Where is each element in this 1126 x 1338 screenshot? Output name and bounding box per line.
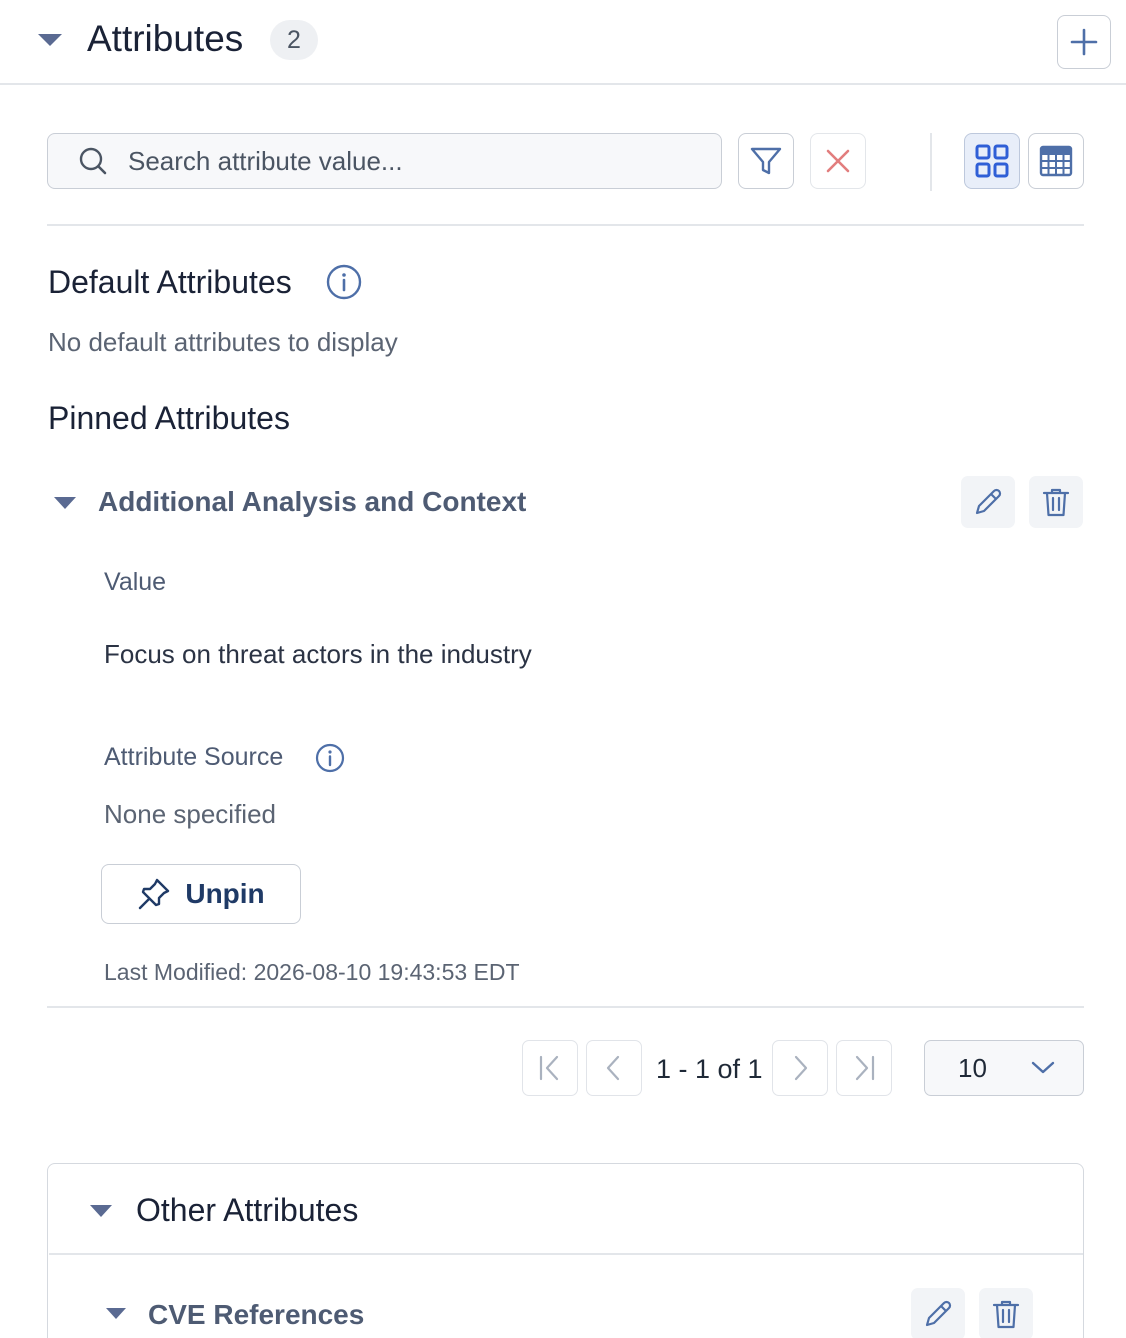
attribute-group-title[interactable]: Additional Analysis and Context xyxy=(98,484,526,520)
pinned-attributes-heading: Pinned Attributes xyxy=(48,400,290,436)
group-collapse-chevron-icon[interactable] xyxy=(52,494,78,512)
table-view-icon xyxy=(1038,143,1074,179)
card-divider xyxy=(49,1253,1083,1255)
previous-page-button[interactable] xyxy=(586,1040,642,1096)
search-input[interactable] xyxy=(128,145,668,177)
chevron-left-icon xyxy=(600,1054,628,1082)
first-page-icon xyxy=(536,1054,564,1082)
pencil-icon xyxy=(972,486,1004,518)
attribute-value: Focus on threat actors in the industry xyxy=(104,639,532,669)
group-divider xyxy=(47,1006,1084,1008)
edit-attribute-button[interactable] xyxy=(961,476,1015,528)
trash-icon xyxy=(991,1298,1021,1330)
search-field[interactable] xyxy=(47,133,722,189)
filter-icon xyxy=(749,144,783,178)
chevron-right-icon xyxy=(786,1054,814,1082)
plus-icon xyxy=(1069,27,1099,57)
last-page-button[interactable] xyxy=(836,1040,892,1096)
toolbar-divider xyxy=(47,224,1084,226)
search-icon xyxy=(78,146,108,176)
delete-attribute-button[interactable] xyxy=(979,1288,1033,1338)
default-attributes-empty-text: No default attributes to display xyxy=(48,327,398,357)
edit-attribute-button[interactable] xyxy=(911,1288,965,1338)
pencil-icon xyxy=(922,1298,954,1330)
table-view-button[interactable] xyxy=(1028,133,1084,189)
value-label: Value xyxy=(104,568,167,596)
count-badge: 2 xyxy=(270,20,318,60)
info-icon[interactable] xyxy=(326,264,362,300)
default-attributes-heading: Default Attributes xyxy=(48,264,292,300)
chevron-down-icon xyxy=(1030,1060,1056,1076)
last-modified-text: Last Modified: 2026-08-10 19:43:53 EDT xyxy=(104,959,520,985)
filter-button[interactable] xyxy=(738,133,794,189)
add-attribute-button[interactable] xyxy=(1057,15,1111,69)
grid-view-button[interactable] xyxy=(964,133,1020,189)
collapse-chevron-icon[interactable] xyxy=(36,30,64,50)
other-attributes-heading: Other Attributes xyxy=(136,1192,359,1228)
page-size-select[interactable]: 10 xyxy=(924,1040,1084,1096)
cve-collapse-chevron-icon[interactable] xyxy=(104,1306,128,1322)
delete-attribute-button[interactable] xyxy=(1029,476,1083,528)
clear-filters-button[interactable] xyxy=(810,133,866,189)
unpin-button[interactable]: Unpin xyxy=(101,864,301,924)
attribute-source-label: Attribute Source xyxy=(104,743,284,771)
info-icon[interactable] xyxy=(315,743,345,773)
cve-references-title[interactable]: CVE References xyxy=(148,1297,364,1333)
grid-view-icon xyxy=(974,143,1010,179)
last-page-icon xyxy=(850,1054,878,1082)
attribute-source-value: None specified xyxy=(104,799,276,829)
page-size-value: 10 xyxy=(958,1052,987,1083)
close-icon xyxy=(824,147,852,175)
pagination-range: 1 - 1 of 1 xyxy=(656,1054,763,1084)
pin-icon xyxy=(137,877,171,911)
trash-icon xyxy=(1041,486,1071,518)
unpin-label: Unpin xyxy=(185,878,265,909)
toolbar-separator xyxy=(930,133,932,191)
other-collapse-chevron-icon[interactable] xyxy=(88,1202,114,1220)
panel-title: Attributes xyxy=(87,18,244,59)
next-page-button[interactable] xyxy=(772,1040,828,1096)
header-divider xyxy=(0,83,1126,85)
first-page-button[interactable] xyxy=(522,1040,578,1096)
